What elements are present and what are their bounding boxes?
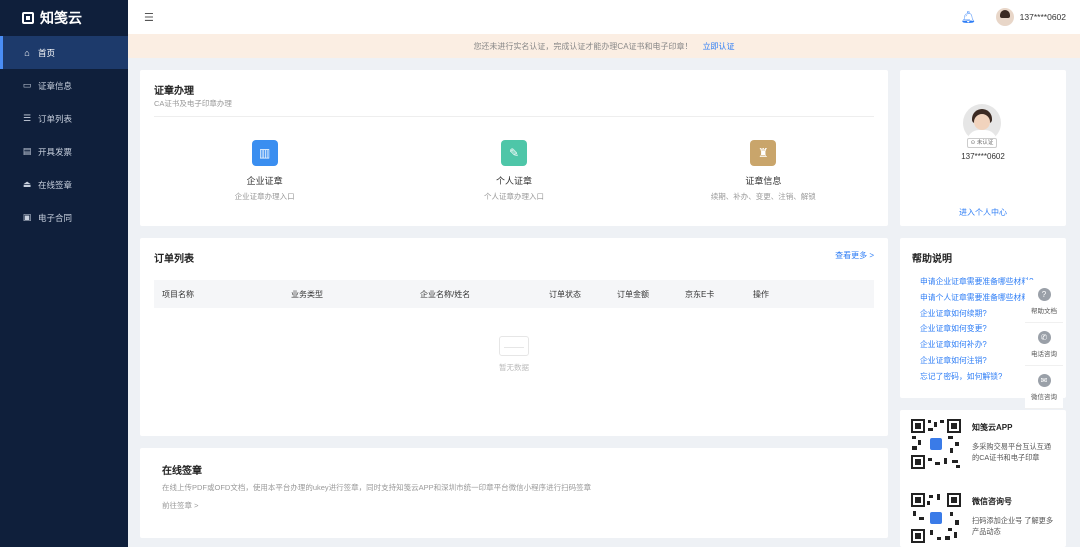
cert-item-desc: 企业证章办理入口 [234, 192, 295, 201]
qr-desc: 扫码添加企业号 了解更多产品动态 [972, 516, 1054, 536]
sidebar: 知笺云 ⌂ 首页 ▭ 证章信息 ☰ 订单列表 ▤ 开具发票 ⏏ 在线签章 ▣ 电… [0, 0, 128, 547]
wechat-qr-code [910, 492, 962, 544]
sign-card-title: 在线签章 [162, 466, 202, 477]
column-header: 企业名称/姓名 [420, 289, 471, 299]
sidebar-item-label: 首页 [38, 47, 56, 58]
qr-title: 微信咨询号 [972, 497, 1012, 506]
sidebar-item-orders[interactable]: ☰ 订单列表 [0, 102, 128, 135]
qr-desc: 多采购交易平台互认互通的CA证书和电子印章 [972, 442, 1052, 462]
sidebar-item-label: 订单列表 [38, 113, 73, 124]
profile-card: ⊙ 未认证 137****0602 进入个人中心 [900, 70, 1066, 226]
help-docs-button[interactable]: ? 帮助文档 [1025, 280, 1063, 323]
notice-text: 您还未进行实名认证，完成认证才能办理CA证书和电子印章！ [473, 41, 693, 51]
column-header: 业务类型 [291, 289, 323, 299]
help-link[interactable]: 企业证章如何注销? [920, 353, 1036, 369]
qr-title: 知笺云APP [972, 423, 1013, 432]
order-list-card: 订单列表 查看更多 > 项目名称 业务类型 企业名称/姓名 订单状态 订单金额 … [140, 238, 888, 436]
stamp-icon: ⏏ [22, 179, 32, 189]
header-username[interactable]: 137****0602 [1020, 12, 1066, 22]
wechat-icon: ✉ [1037, 373, 1051, 387]
avatar[interactable] [995, 8, 1014, 26]
help-link[interactable]: 企业证章如何续期? [920, 306, 1036, 322]
column-header: 项目名称 [162, 289, 194, 299]
column-header: 订单状态 [549, 289, 581, 299]
stamp-icon: ♜ [750, 140, 777, 166]
float-label: 帮助文档 [1031, 307, 1057, 315]
cert-item-desc: 个人证章办理入口 [483, 192, 544, 201]
logo-icon [22, 12, 34, 24]
sidebar-item-invoice[interactable]: ▤ 开具发票 [0, 135, 128, 168]
edit-icon: ✎ [500, 140, 527, 166]
phone-consult-button[interactable]: ✆ 电话咨询 [1025, 323, 1063, 366]
order-card-title: 订单列表 [154, 254, 194, 265]
enterprise-cert-entry[interactable]: ▥ 企业证章 企业证章办理入口 [140, 140, 389, 202]
cert-item-name: 证章信息 [745, 176, 782, 186]
list-icon: ☰ [22, 113, 32, 123]
cert-card-title: 证章办理 [154, 86, 194, 97]
contract-icon: ▣ [22, 212, 32, 222]
personal-center-link[interactable]: 进入个人中心 [900, 207, 1066, 218]
view-more-link[interactable]: 查看更多 > [835, 250, 874, 261]
sidebar-item-contract[interactable]: ▣ 电子合同 [0, 201, 128, 234]
cert-handling-card: 证章办理 CA证书及电子印章办理 ▥ 企业证章 企业证章办理入口 ✎ 个人证章 … [140, 70, 888, 226]
phone-icon: ✆ [1037, 330, 1051, 344]
cert-item-desc: 续期、补办、变更、注销、解锁 [710, 192, 816, 201]
sidebar-item-label: 开具发票 [38, 146, 73, 157]
header-right: 🔔︎ 137****0602 [960, 8, 1066, 26]
order-table-header: 项目名称 业务类型 企业名称/姓名 订单状态 订单金额 京东E卡 操作 [154, 280, 874, 308]
bell-icon[interactable]: 🔔︎ [960, 10, 975, 24]
empty-state: 暂无数据 [140, 336, 888, 373]
logo-text: 知笺云 [40, 10, 82, 26]
verify-now-link[interactable]: 立即认证 [703, 41, 735, 52]
float-label: 电话咨询 [1031, 350, 1057, 358]
float-label: 微信咨询 [1031, 393, 1057, 401]
folder-icon: ▭ [22, 80, 32, 90]
personal-cert-entry[interactable]: ✎ 个人证章 个人证章办理入口 [389, 140, 638, 202]
qr-code-card: 知笺云APP 多采购交易平台互认互通的CA证书和电子印章 微信咨询号 扫码添加企… [900, 410, 1066, 547]
sidebar-item-label: 电子合同 [38, 212, 73, 223]
verification-notice: 您还未进行实名认证，完成认证才能办理CA证书和电子印章！ 立即认证 [128, 34, 1080, 58]
cert-item-name: 个人证章 [495, 176, 532, 186]
column-header: 订单金额 [617, 289, 649, 299]
profile-avatar [963, 104, 1001, 142]
online-sign-card: 在线签章 在线上传PDF或OFD文档，使用本平台办理的ukey进行签章，同时支持… [140, 448, 888, 538]
cert-item-name: 企业证章 [246, 176, 283, 186]
top-header: ☰ 🔔︎ 137****0602 [128, 0, 1080, 34]
wechat-qr-row: 微信咨询号 扫码添加企业号 了解更多产品动态 [910, 492, 1056, 544]
column-header: 操作 [753, 289, 769, 299]
question-icon: ? [1037, 287, 1051, 301]
empty-box-icon [499, 336, 529, 356]
app-logo[interactable]: 知笺云 [0, 0, 128, 36]
column-header: 京东E卡 [685, 289, 715, 299]
home-icon: ⌂ [24, 47, 30, 58]
help-link[interactable]: 申请企业证章需要准备哪些材料? [920, 274, 1036, 290]
sidebar-item-cert-info[interactable]: ▭ 证章信息 [0, 69, 128, 102]
wechat-consult-button[interactable]: ✉ 微信咨询 [1025, 366, 1063, 409]
app-qr-code [910, 418, 962, 470]
sign-description: 在线上传PDF或OFD文档，使用本平台办理的ukey进行签章，同时支持知笺云AP… [162, 483, 592, 492]
sidebar-item-home[interactable]: ⌂ 首页 [0, 36, 128, 69]
help-link[interactable]: 企业证章如何补办? [920, 337, 1036, 353]
help-link[interactable]: 申请个人证章需要准备哪些材料? [920, 290, 1036, 306]
cert-card-subtitle: CA证书及电子印章办理 [154, 99, 232, 108]
empty-text: 暂无数据 [499, 363, 529, 372]
help-link[interactable]: 企业证章如何变更? [920, 321, 1036, 337]
building-icon: ▥ [251, 140, 278, 166]
help-card-title: 帮助说明 [912, 254, 952, 265]
app-qr-row: 知笺云APP 多采购交易平台互认互通的CA证书和电子印章 [910, 418, 1056, 470]
sidebar-item-label: 证章信息 [38, 80, 73, 91]
go-sign-link[interactable]: 前往签章 > [162, 500, 198, 511]
floating-contact-bar: ? 帮助文档 ✆ 电话咨询 ✉ 微信咨询 [1025, 280, 1063, 409]
menu-toggle-icon[interactable]: ☰ [144, 11, 154, 24]
profile-username: 137****0602 [961, 152, 1005, 161]
invoice-icon: ▤ [22, 146, 32, 156]
sidebar-item-online-sign[interactable]: ⏏ 在线签章 [0, 168, 128, 201]
cert-info-entry[interactable]: ♜ 证章信息 续期、补办、变更、注销、解锁 [639, 140, 888, 202]
unverified-badge: ⊙ 未认证 [967, 138, 997, 148]
help-link[interactable]: 忘记了密码，如何解锁? [920, 369, 1036, 385]
divider [154, 116, 874, 117]
sidebar-item-label: 在线签章 [38, 179, 73, 190]
